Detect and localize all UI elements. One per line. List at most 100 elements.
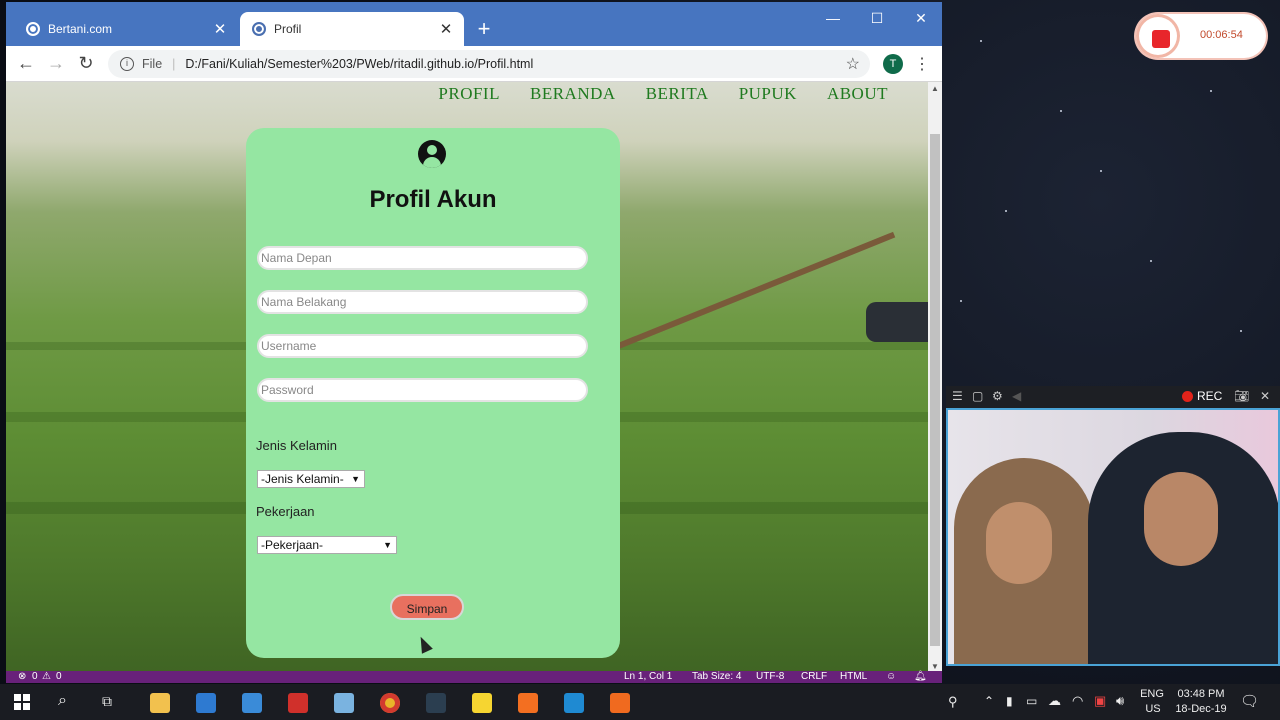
input-language[interactable]: ENG [1140,688,1164,700]
reload-button[interactable]: ↻ [74,53,98,74]
volume-icon[interactable]: 🔊︎ [1116,693,1124,709]
profile-card: Profil Akun Nama Depan Nama Belakang Use… [246,128,620,658]
page-viewport: PROFIL BERANDA BERITA PUPUK ABOUT Profil… [6,82,928,674]
job-label: Pekerjaan [256,504,315,519]
record-dot-icon [1182,391,1193,402]
rec-label[interactable]: REC [1197,389,1222,403]
password-field[interactable]: Password [257,378,588,402]
vscode-icon[interactable] [564,693,584,713]
task-view-icon[interactable]: ⧉ [102,693,112,710]
last-name-field[interactable]: Nama Belakang [257,290,588,314]
profile-avatar[interactable]: T [883,54,903,74]
cursor-position[interactable]: Ln 1, Col 1 [624,671,672,683]
file-explorer-icon[interactable] [150,693,170,713]
tab-profil[interactable]: Profil ✕ [240,12,464,46]
editor-status-bar: ⊗ 0 ⚠ 0 Ln 1, Col 1 Tab Size: 4 UTF-8 CR… [6,671,942,683]
tab-title: Profil [274,22,302,36]
info-icon[interactable]: i [120,57,134,71]
close-icon[interactable]: ✕ [1260,389,1270,403]
farmer-arm [866,302,928,342]
divider: | [172,57,176,71]
screen-recorder-widget: 00:06:54 [1136,14,1266,58]
save-button[interactable]: Simpan [390,594,464,620]
nav-about[interactable]: ABOUT [827,84,888,104]
input-region[interactable]: US [1144,703,1162,715]
windows-start-icon[interactable] [14,694,30,710]
encoding[interactable]: UTF-8 [756,671,784,683]
username-field[interactable]: Username [257,334,588,358]
people-icon[interactable]: ⚲ [948,694,958,710]
recorder-app-icon[interactable] [610,693,630,713]
battery-icon[interactable]: ▭ [1026,694,1037,708]
new-tab-button[interactable]: + [472,16,496,42]
close-tab-icon[interactable]: ✕ [212,20,228,38]
gender-select[interactable]: -Jenis Kelamin- ▼ [257,470,365,488]
chrome-icon[interactable] [380,693,400,713]
store-icon[interactable] [196,693,216,713]
webcam-feed [946,408,1280,666]
wifi-icon[interactable]: ◠ [1072,693,1083,709]
toolbar: ← → ↻ i File | D:/Fani/Kuliah/Semester%2… [6,46,942,82]
inkscape-icon[interactable] [426,693,446,713]
forward-button[interactable]: → [44,53,68,74]
hex-app-icon[interactable] [334,693,354,713]
globe-icon [26,22,40,36]
stop-record-button[interactable] [1139,17,1177,55]
close-tab-icon[interactable]: ✕ [438,20,454,38]
nav-pupuk[interactable]: PUPUK [739,84,797,104]
feedback-smiley-icon[interactable]: ☺ [886,671,896,683]
menu-icon[interactable]: ☰ [952,389,963,403]
xampp-icon[interactable] [518,693,538,713]
tab-bertani[interactable]: Bertani.com ✕ [14,12,238,46]
clock-time[interactable]: 03:48 PM [1174,688,1228,700]
job-selected-value: -Pekerjaan- [261,538,324,552]
recording-timer: 00:06:54 [1200,29,1243,41]
scrollbar-thumb[interactable] [930,134,940,646]
nav-profil[interactable]: PROFIL [438,84,500,104]
python-icon[interactable] [242,693,262,713]
back-button[interactable]: ← [14,53,38,74]
scroll-down-icon[interactable]: ▼ [928,662,942,671]
cloud-icon[interactable]: ☁ [1048,693,1061,709]
language-mode[interactable]: HTML [840,671,867,683]
address-bar[interactable]: i File | D:/Fani/Kuliah/Semester%203/PWe… [108,50,870,78]
usb-icon[interactable]: ▮ [1006,694,1013,708]
nav-beranda[interactable]: BERANDA [530,84,616,104]
search-icon[interactable]: ⌕ [58,692,67,710]
windows-taskbar: ⌕ ⧉ ⚲ ⌃ ▮ ▭ ☁ ◠ ▣ 🔊︎ ENG US 03:48 PM 18-… [0,684,1280,720]
warnings-count[interactable]: 0 [56,671,62,683]
gift-app-icon[interactable] [288,693,308,713]
tab-title: Bertani.com [48,22,113,36]
minimize-button[interactable]: — [818,10,848,26]
nav-berita[interactable]: BERITA [646,84,709,104]
chevron-up-icon[interactable]: ⌃ [984,694,994,708]
bookmark-star-icon[interactable]: ☆ [846,54,860,74]
scroll-up-icon[interactable]: ▲ [928,84,942,93]
problems-count[interactable]: 0 [32,671,38,683]
clock-date[interactable]: 18-Dec-19 [1172,703,1230,715]
vertical-scrollbar[interactable]: ▲ ▼ [928,82,942,674]
window-icon[interactable]: ▢ [972,389,983,403]
tab-size[interactable]: Tab Size: 4 [692,671,741,683]
problems-icon[interactable]: ⊗ [18,671,26,683]
menu-kebab-icon[interactable]: ⋮ [914,54,930,74]
job-select[interactable]: -Pekerjaan- ▼ [257,536,397,554]
main-nav: PROFIL BERANDA BERITA PUPUK ABOUT [438,84,888,104]
gear-icon[interactable]: ⚙ [992,389,1003,403]
user-circle-icon [418,140,446,168]
globe-icon [252,22,266,36]
security-icon[interactable]: ▣ [1094,693,1106,709]
maximize-button[interactable]: ☐ [862,10,892,27]
action-center-icon[interactable]: 🗨︎ [1240,692,1259,710]
dropdown-arrow-icon: ▼ [351,474,360,484]
first-name-field[interactable]: Nama Depan [257,246,588,270]
notification-bell-icon[interactable]: 🔔︎ [914,671,927,683]
camera-icon[interactable]: 📷︎ [1234,389,1249,403]
line-ending[interactable]: CRLF [801,671,827,683]
mute-icon[interactable]: ◀ [1012,389,1021,403]
webcam-toolbar: ☰ ▢ ⚙ ◀ REC 📷︎ ✕ [946,386,1280,408]
close-window-button[interactable]: ✕ [906,10,936,27]
scheme-label: File [142,57,163,71]
sticky-notes-icon[interactable] [472,693,492,713]
warning-icon[interactable]: ⚠ [42,671,51,683]
